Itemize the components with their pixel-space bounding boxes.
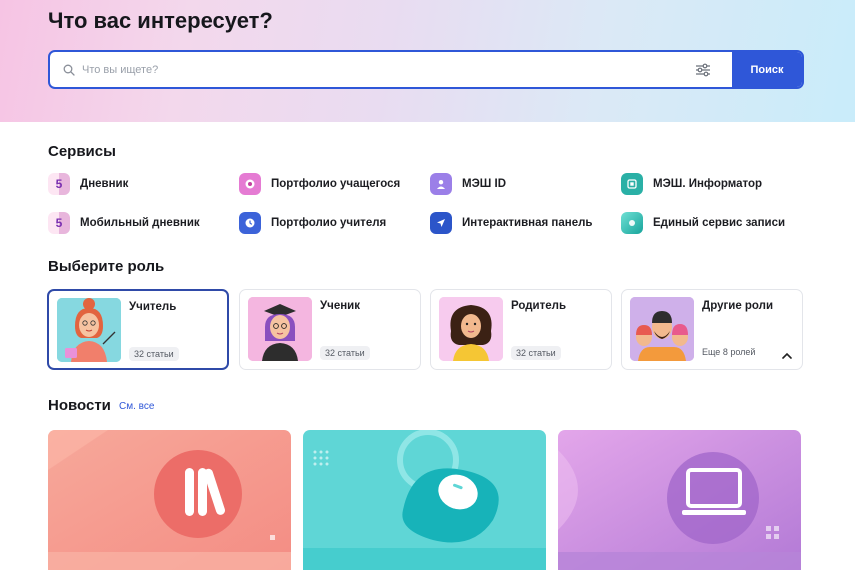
service-mobile-dnevnik[interactable]: 5 Мобильный дневник (48, 211, 200, 235)
search-icon (50, 64, 82, 76)
more-roles-text: Еще 8 ролей (702, 347, 756, 357)
role-card-parent[interactable]: Родитель 32 статьи (430, 289, 612, 370)
role-count-badge: 32 статьи (511, 346, 561, 360)
service-interactive-panel[interactable]: Интерактивная панель (430, 211, 593, 235)
role-card-student[interactable]: Ученик 32 статьи (239, 289, 421, 370)
dnevnik-5-icon: 5 (48, 173, 70, 195)
service-registration[interactable]: Единый сервис записи (621, 211, 785, 235)
role-card-teacher[interactable]: Учитель 32 статьи (47, 289, 229, 370)
news-card-image (48, 430, 291, 570)
news-title: Новости (48, 397, 111, 414)
service-mesh-id[interactable]: МЭШ ID (430, 172, 506, 196)
search-bar: Поиск (48, 50, 804, 89)
news-card[interactable] (48, 430, 291, 570)
see-all-link[interactable]: См. все (119, 401, 154, 412)
news-card[interactable] (558, 430, 801, 570)
role-count-badge: 32 статьи (320, 346, 370, 360)
role-name: Родитель (511, 300, 567, 312)
role-count-badge: 32 статьи (129, 347, 179, 361)
news-card-image (558, 430, 801, 570)
role-card-other[interactable]: Другие роли Еще 8 ролей (621, 289, 803, 370)
parent-avatar (439, 297, 503, 361)
role-name: Учитель (129, 301, 177, 313)
registration-service-icon (621, 212, 643, 234)
service-dnevnik[interactable]: 5 Дневник (48, 172, 128, 196)
search-input[interactable] (82, 63, 688, 76)
portfolio-student-icon (239, 173, 261, 195)
role-name: Другие роли (702, 300, 774, 312)
news-card-image (303, 430, 546, 570)
other-roles-avatar (630, 297, 694, 361)
chevron-up-icon[interactable] (782, 347, 792, 365)
service-informator[interactable]: МЭШ. Информатор (621, 172, 762, 196)
portfolio-teacher-icon (239, 212, 261, 234)
interactive-panel-icon (430, 212, 452, 234)
services-title: Сервисы (48, 143, 116, 160)
role-name: Ученик (320, 300, 360, 312)
news-card[interactable] (303, 430, 546, 570)
hero-banner: Что вас интересует? Поиск (0, 0, 855, 122)
student-avatar (248, 297, 312, 361)
roles-title: Выберите роль (48, 258, 165, 275)
mobile-dnevnik-icon: 5 (48, 212, 70, 234)
service-portfolio-student[interactable]: Портфолио учащегося (239, 172, 400, 196)
teacher-avatar (57, 298, 121, 362)
search-button[interactable]: Поиск (732, 52, 802, 87)
page-title: Что вас интересует? (48, 8, 273, 33)
filter-icon[interactable] (688, 63, 718, 77)
service-portfolio-teacher[interactable]: Портфолио учителя (239, 211, 386, 235)
informator-icon (621, 173, 643, 195)
mesh-id-icon (430, 173, 452, 195)
